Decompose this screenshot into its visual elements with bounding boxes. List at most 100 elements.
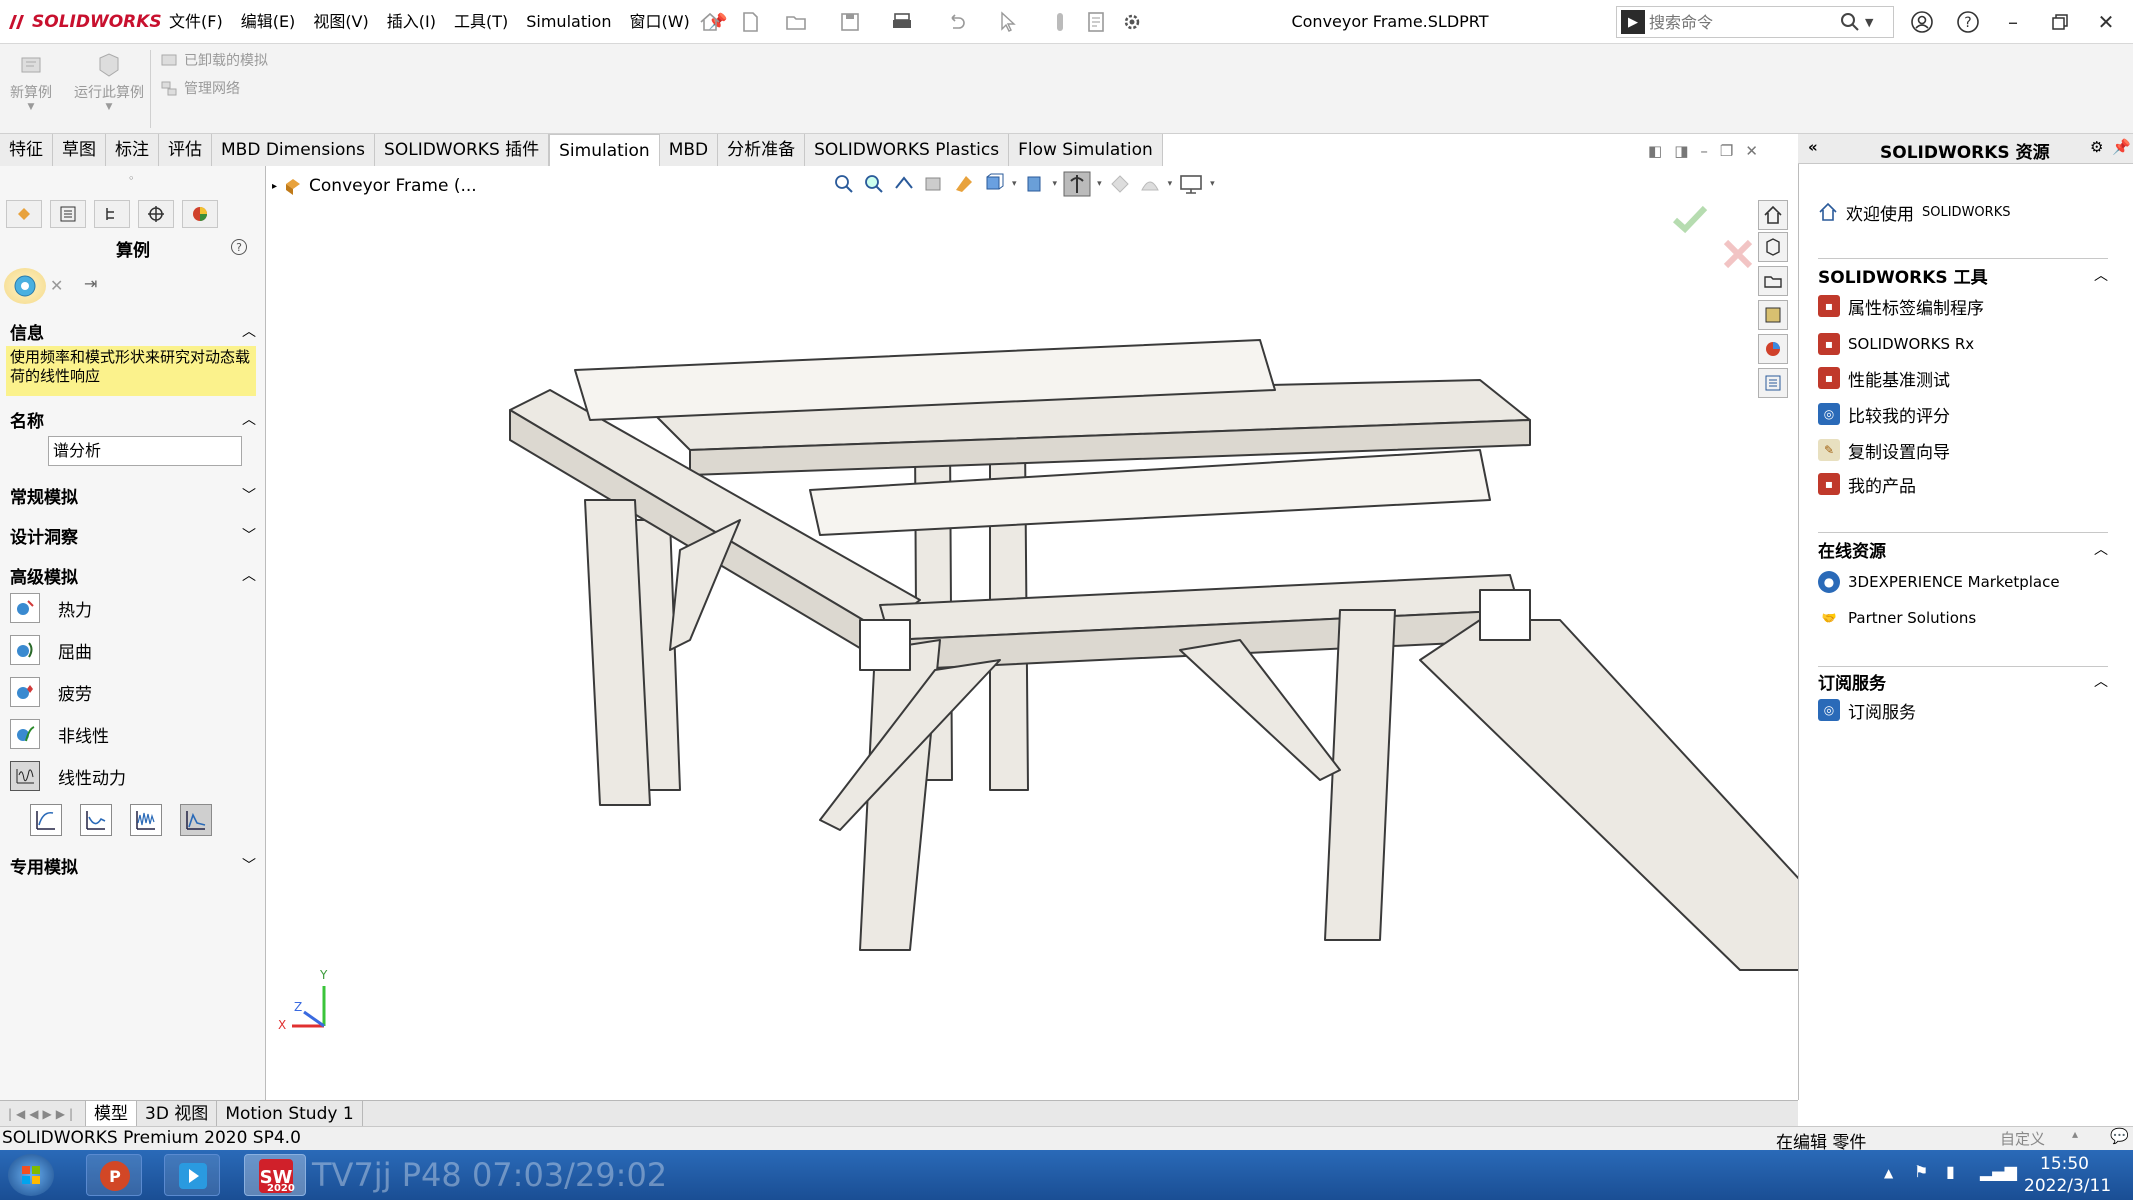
save-icon[interactable] [838,10,862,34]
welcome-link[interactable]: 欢迎使用 SOLIDWORKS [1818,198,2010,226]
file-properties-icon[interactable] [1084,10,1108,34]
tab-evaluate[interactable]: 评估 [159,134,212,166]
tab-mbd-dimensions[interactable]: MBD Dimensions [212,134,376,166]
tab-motion-study[interactable]: Motion Study 1 [217,1100,363,1127]
link-subscription-services[interactable]: ◎ 订阅服务 [1818,696,1916,724]
linear-dynamic-option[interactable]: 线性动力 [10,760,250,792]
tab-simulation[interactable]: Simulation [549,134,660,166]
design-library-icon[interactable] [1758,232,1788,262]
undo-icon[interactable] [944,10,968,34]
options-gear-icon[interactable] [1120,10,1144,34]
random-vibration-icon[interactable] [130,804,162,836]
previous-view-icon[interactable] [892,172,916,196]
edit-appearance-icon[interactable] [1108,172,1132,196]
status-custom-units[interactable]: 自定义 [2000,1128,2045,1149]
zoom-to-fit-icon[interactable] [832,172,856,196]
print-icon[interactable] [890,10,914,34]
display-manager-tab-icon[interactable] [182,200,218,228]
taskbar-media-player[interactable] [164,1154,220,1196]
expand-arrow-icon[interactable]: ▸ [272,181,277,192]
clock-time[interactable]: 15:50 [2040,1154,2089,1174]
menu-file[interactable]: 文件(F) [160,0,232,44]
hide-show-items-icon[interactable] [1063,171,1091,197]
tab-model[interactable]: 模型 [86,1100,137,1127]
viewport-split-right-icon[interactable]: ◨ [1674,142,1688,160]
unloaded-sim-item[interactable]: 已卸载的模拟 [160,48,268,72]
view-palette-icon[interactable] [1758,300,1788,330]
online-section-header[interactable]: 在线资源 ︿ [1818,536,2108,562]
resources-home-icon[interactable] [1758,200,1788,230]
confirm-cancel-icon[interactable] [1722,238,1754,270]
manage-network-item[interactable]: 管理网络 [160,76,240,100]
home-icon[interactable] [698,10,722,34]
conveyor-frame-model[interactable] [480,320,1800,980]
thermal-option[interactable]: 热力 [10,592,250,624]
search-icon[interactable] [1839,11,1861,33]
response-spectrum-icon[interactable] [180,804,212,836]
panel-help-icon[interactable]: ? [230,238,248,256]
help-icon[interactable]: ? [1954,8,1982,36]
taskbar-powerpoint[interactable]: P [86,1154,142,1196]
pushpin-icon[interactable]: ⇥ [84,274,97,293]
apply-scene-icon[interactable] [1138,172,1162,196]
pane-pin-icon[interactable]: 📌 [2112,138,2131,156]
tool-compare-score[interactable]: ◎ 比较我的评分 [1818,400,1950,428]
action-center-flag-icon[interactable]: ⚑ [1914,1162,1928,1181]
network-icon[interactable]: ▂▄▆ [1980,1162,2017,1181]
display-style-dropdown-icon[interactable]: ▾ [1053,179,1058,189]
section-view-icon[interactable] [922,172,946,196]
view-settings-icon[interactable] [1178,172,1204,196]
subscription-section-header[interactable]: 订阅服务 ︿ [1818,668,2108,694]
tool-benchmark[interactable]: ▪ 性能基准测试 [1818,364,1950,392]
study-name-input[interactable]: 谱分析 [48,436,242,466]
link-3dexperience-marketplace[interactable]: ● 3DEXPERIENCE Marketplace [1818,568,2060,596]
tab-plastics[interactable]: SOLIDWORKS Plastics [805,134,1010,166]
menu-insert[interactable]: 插入(I) [378,0,445,44]
fatigue-option[interactable]: 疲劳 [10,676,250,708]
collapse-pane-icon[interactable]: « [1808,138,1818,156]
harmonic-icon[interactable] [80,804,112,836]
pane-settings-icon[interactable]: ⚙ [2090,138,2103,156]
open-folder-icon[interactable] [784,10,808,34]
viewport-restore-icon[interactable]: ❐ [1720,142,1733,160]
tab-markup[interactable]: 标注 [106,134,159,166]
name-section-header[interactable]: 名称 ︿ [10,406,256,432]
tab-mbd[interactable]: MBD [659,134,719,166]
menu-tools[interactable]: 工具(T) [445,0,517,44]
dynamic-annotation-icon[interactable] [952,172,976,196]
search-dropdown-icon[interactable]: ▼ [1865,16,1873,29]
tab-addins[interactable]: SOLIDWORKS 插件 [375,134,550,166]
menu-simulation[interactable]: Simulation [517,0,620,44]
nonlinear-option[interactable]: 非线性 [10,718,250,750]
tool-copy-settings[interactable]: ✎ 复制设置向导 [1818,436,1950,464]
tool-my-products[interactable]: ▪ 我的产品 [1818,470,1916,498]
battery-icon[interactable]: ▮ [1946,1162,1955,1181]
feature-tree-root[interactable]: ▸ Conveyor Frame (... [272,172,477,200]
view-orientation-dropdown-icon[interactable]: ▾ [1012,179,1017,189]
select-icon[interactable] [996,10,1020,34]
tools-section-header[interactable]: SOLIDWORKS 工具 ︿ [1818,262,2108,288]
viewport-minimize-icon[interactable]: – [1700,142,1708,160]
menu-window[interactable]: 窗口(W) [620,0,698,44]
tray-expand-icon[interactable]: ▲ [1884,1166,1893,1180]
view-orientation-icon[interactable] [982,172,1006,196]
link-partner-solutions[interactable]: 🤝 Partner Solutions [1818,604,1977,632]
buckling-option[interactable]: 屈曲 [10,634,250,666]
tab-features[interactable]: 特征 [0,134,53,166]
viewport-split-left-icon[interactable]: ◧ [1648,142,1662,160]
hide-show-dropdown-icon[interactable]: ▾ [1097,179,1102,189]
appearances-icon[interactable] [1758,334,1788,364]
tool-property-tab-builder[interactable]: ▪ 属性标签编制程序 [1818,292,1984,320]
tab-flow-simulation[interactable]: Flow Simulation [1009,134,1163,166]
config-manager-tab-icon[interactable] [94,200,130,228]
taskbar-solidworks[interactable]: SW 2020 [244,1154,306,1196]
units-dropdown-icon[interactable]: ▴ [2072,1127,2078,1141]
minimize-icon[interactable]: – [1999,8,2027,36]
rebuild-status-icon[interactable]: 💬 [2110,1127,2129,1145]
feature-tree-tab-icon[interactable] [6,200,42,228]
new-document-icon[interactable] [738,10,762,34]
dimxpert-tab-icon[interactable] [138,200,174,228]
rebuild-icon[interactable] [1048,10,1072,34]
ok-button[interactable] [4,268,46,304]
menu-edit[interactable]: 编辑(E) [232,0,305,44]
